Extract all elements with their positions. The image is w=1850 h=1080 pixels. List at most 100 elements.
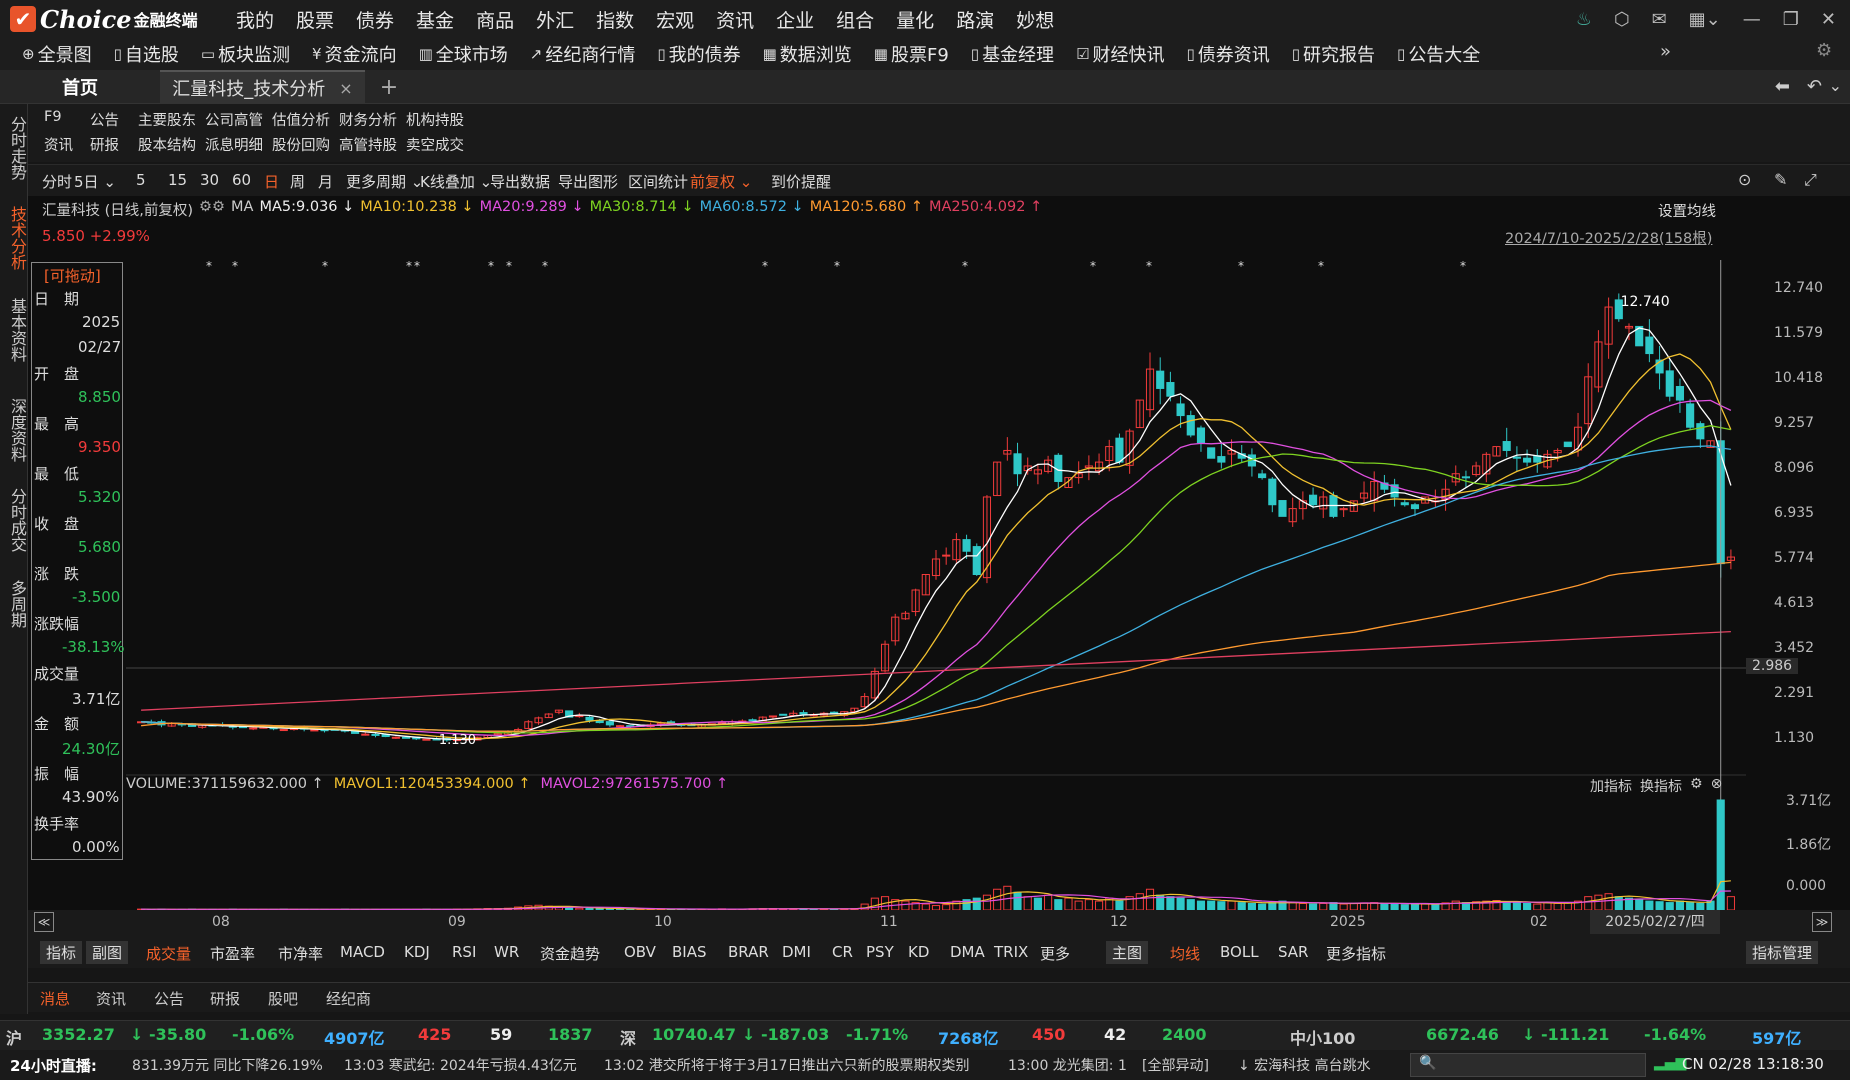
indicator-option[interactable]: 指标	[40, 941, 83, 964]
indicator-option[interactable]: BOLL	[1220, 943, 1259, 961]
more-toolbar-icon[interactable]: »	[1660, 41, 1671, 62]
toolbar-item[interactable]: ▯ 债券资讯	[1187, 41, 1270, 67]
menu-item[interactable]: 债券	[356, 6, 394, 33]
period-option[interactable]: 60	[232, 171, 251, 189]
ai-icon[interactable]: ♨	[1576, 9, 1592, 30]
sz-index[interactable]: 10740.47	[652, 1025, 736, 1044]
indicator-option[interactable]: 成交量	[146, 943, 191, 964]
indicator-option[interactable]: KDJ	[404, 943, 430, 961]
toolbar-item[interactable]: ▯ 自选股	[114, 41, 179, 67]
indicator-option[interactable]: 指标管理	[1746, 941, 1819, 964]
subnav-item[interactable]: F9	[44, 109, 62, 125]
subnav-item[interactable]: 资讯	[44, 134, 73, 155]
gear-icon[interactable]: ⚙	[1690, 776, 1703, 796]
indicator-option[interactable]: KD	[908, 943, 929, 961]
subnav-item[interactable]: 派息明细	[205, 134, 263, 155]
subnav-item[interactable]: 公司高管	[205, 109, 263, 130]
fullscreen-icon[interactable]: ⤢	[1804, 170, 1817, 190]
menu-item[interactable]: 企业	[776, 6, 814, 33]
restore-icon[interactable]: ❐	[1783, 9, 1799, 30]
indicator-option[interactable]: BIAS	[672, 943, 707, 961]
date-range[interactable]: 2024/7/10-2025/2/28(158根)	[1505, 227, 1712, 248]
period-option[interactable]: 15	[168, 171, 187, 189]
menu-item[interactable]: 外汇	[536, 6, 574, 33]
indicator-option[interactable]: 更多指标	[1326, 943, 1386, 964]
period-option[interactable]: 5	[136, 171, 146, 189]
subnav-item[interactable]: 卖空成交	[406, 134, 464, 155]
menu-item[interactable]: 资讯	[716, 6, 754, 33]
alert-link[interactable]: [全部异动]	[1142, 1055, 1209, 1075]
menu-item[interactable]: 基金	[416, 6, 454, 33]
chevron-down-icon[interactable]: ⌄	[1829, 76, 1842, 95]
add-indicator-button[interactable]: 加指标	[1590, 776, 1632, 796]
side-nav-item[interactable]: 基本资料	[0, 290, 28, 370]
sh-index[interactable]: 3352.27	[42, 1025, 115, 1044]
indicator-option[interactable]: 副图	[86, 941, 129, 964]
indicator-option[interactable]: 市盈率	[210, 943, 255, 964]
mail-icon[interactable]: ✉	[1652, 9, 1667, 30]
indicator-option[interactable]: OBV	[624, 943, 656, 961]
period-option[interactable]: 30	[200, 171, 219, 189]
toolbar-item[interactable]: ▭ 板块监测	[201, 41, 290, 67]
toolbar-item[interactable]: ☑ 财经快讯	[1076, 41, 1164, 67]
period-option[interactable]: 日	[264, 171, 279, 192]
subnav-item[interactable]: 机构持股	[406, 109, 464, 130]
period-option[interactable]: K线叠加 ⌄	[420, 171, 492, 192]
indicator-option[interactable]: 主图	[1106, 941, 1149, 964]
period-option[interactable]: 前复权 ⌄	[690, 171, 752, 192]
toolbar-item[interactable]: ¥ 资金流向	[312, 41, 397, 67]
info-panel[interactable]: [可拖动] 日 期 2025 02/27 开 盘 8.850 最 高 9.350 最 低 5.32…	[31, 262, 125, 860]
back-icon[interactable]: ⬅	[1775, 76, 1790, 97]
bottom-tab[interactable]: 资讯	[96, 988, 126, 1009]
toolbar-item[interactable]: ▯ 研究报告	[1292, 41, 1375, 67]
bottom-tab[interactable]: 消息	[40, 988, 70, 1009]
indicator-option[interactable]: TRIX	[994, 943, 1028, 961]
kline-chart[interactable]: 12.7401.130* * * * * * * * * * * * * * * *	[126, 260, 1746, 920]
subnav-item[interactable]: 财务分析	[339, 109, 397, 130]
period-option[interactable]: 周	[290, 171, 305, 192]
period-option[interactable]: 分时	[42, 171, 72, 192]
indicator-option[interactable]: MACD	[340, 943, 385, 961]
indicator-option[interactable]: RSI	[452, 943, 476, 961]
bottom-tab[interactable]: 经纪商	[326, 988, 371, 1009]
menu-item[interactable]: 股票	[296, 6, 334, 33]
zx-index[interactable]: 6672.46	[1426, 1025, 1499, 1044]
menu-item[interactable]: 指数	[596, 6, 634, 33]
indicator-option[interactable]: PSY	[866, 943, 894, 961]
menu-item[interactable]: 宏观	[656, 6, 694, 33]
search-input[interactable]: 🔍	[1410, 1053, 1646, 1077]
indicator-option[interactable]: WR	[494, 943, 519, 961]
side-nav-item[interactable]: 多周期	[0, 574, 28, 634]
subnav-item[interactable]: 股份回购	[272, 134, 330, 155]
period-option[interactable]: 导出数据	[490, 171, 550, 192]
tab-home[interactable]: 首页	[0, 70, 160, 104]
period-option[interactable]: 到价提醒	[771, 171, 831, 192]
set-ma-button[interactable]: 设置均线	[1658, 200, 1716, 221]
toolbar-item[interactable]: ▥ 全球市场	[419, 41, 508, 67]
pen-icon[interactable]: ✎	[1774, 170, 1787, 189]
subnav-item[interactable]: 主要股东	[138, 109, 196, 130]
bottom-tab[interactable]: 公告	[154, 988, 184, 1009]
menu-item[interactable]: 我的	[236, 6, 274, 33]
bottom-tab[interactable]: 股吧	[268, 988, 298, 1009]
indicator-option[interactable]: 均线	[1170, 943, 1200, 964]
toolbar-item[interactable]: ▦ 股票F9	[874, 41, 949, 67]
layout-icon[interactable]: ▦⌄	[1689, 9, 1721, 30]
bottom-tab[interactable]: 研报	[210, 988, 240, 1009]
switch-indicator-button[interactable]: 换指标	[1640, 776, 1682, 796]
indicator-option[interactable]: DMA	[950, 943, 985, 961]
indicator-option[interactable]: DMI	[782, 943, 811, 961]
subnav-item[interactable]: 高管持股	[339, 134, 397, 155]
indicator-option[interactable]: SAR	[1278, 943, 1308, 961]
period-option[interactable]: 月	[318, 171, 333, 192]
toolbar-item[interactable]: ▯ 我的债券	[657, 41, 740, 67]
scroll-left-icon[interactable]: ≪	[34, 912, 54, 932]
subnav-item[interactable]: 公告	[90, 109, 119, 130]
menu-item[interactable]: 量化	[896, 6, 934, 33]
side-nav-item[interactable]: 分时成交	[0, 480, 28, 560]
toolbar-item[interactable]: ⊕ 全景图	[22, 41, 92, 67]
undo-icon[interactable]: ↶	[1807, 76, 1822, 97]
period-option[interactable]: 区间统计	[628, 171, 688, 192]
menu-item[interactable]: 妙想	[1016, 6, 1054, 33]
add-tab-icon[interactable]: +	[374, 70, 404, 104]
